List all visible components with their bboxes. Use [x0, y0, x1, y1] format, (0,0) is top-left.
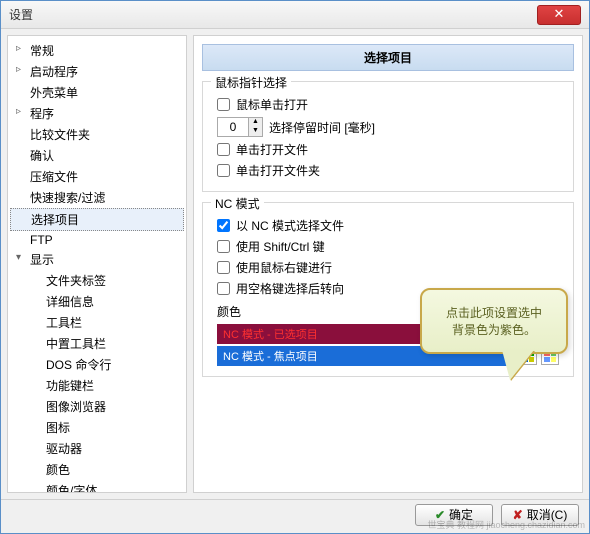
- group-title: 鼠标指针选择: [211, 74, 291, 91]
- main-panel: 选择项目 鼠标指针选择 鼠标单击打开 ▲▼ 选择停留时间 [毫秒] 单击打开文件: [193, 35, 583, 493]
- tree-label: 图像浏览器: [46, 400, 106, 414]
- window-title: 设置: [9, 6, 537, 23]
- callout-text: 点击此项设置选中: [432, 304, 556, 321]
- tree-item[interactable]: ▹ 程序: [10, 103, 184, 124]
- tree-item[interactable]: 图像浏览器: [10, 396, 184, 417]
- tree-label: 选择项目: [31, 213, 79, 227]
- tree-item[interactable]: 快速搜索/过滤: [10, 187, 184, 208]
- close-button[interactable]: ✕: [537, 5, 581, 25]
- tree-label: 确认: [30, 149, 54, 163]
- tree-label: 颜色/字体: [46, 484, 97, 493]
- tree-label: 详细信息: [46, 295, 94, 309]
- label: 用空格键选择后转向: [236, 280, 344, 297]
- chk-click-open-folder[interactable]: [217, 164, 230, 177]
- tree-item[interactable]: ▾ 显示: [10, 249, 184, 270]
- tree-label: 显示: [30, 253, 54, 267]
- tree-label: 文件夹标签: [46, 274, 106, 288]
- tree-item[interactable]: DOS 命令行: [10, 354, 184, 375]
- tree-label: 压缩文件: [30, 170, 78, 184]
- tree-item[interactable]: 比较文件夹: [10, 124, 184, 145]
- dwell-input[interactable]: [218, 118, 248, 136]
- watermark: 世宝典 教程网 jiaocheng.chazidian.com: [427, 518, 585, 531]
- callout-text: 背景色为紫色。: [432, 321, 556, 338]
- chk-click-open-file[interactable]: [217, 143, 230, 156]
- help-callout: 点击此项设置选中 背景色为紫色。: [420, 288, 568, 354]
- tree-item[interactable]: 图标: [10, 417, 184, 438]
- nav-tree[interactable]: ▹ 常规 ▹ 启动程序外壳菜单 ▹ 程序比较文件夹确认压缩文件快速搜索/过滤选择项目 FTP…: [7, 35, 187, 493]
- tree-item[interactable]: FTP: [10, 231, 184, 249]
- tree-label: DOS 命令行: [46, 358, 111, 372]
- chk-right-click[interactable]: [217, 261, 230, 274]
- chk-single-click-open[interactable]: [217, 98, 230, 111]
- label: 以 NC 模式选择文件: [236, 217, 344, 234]
- label: 单击打开文件: [236, 141, 308, 158]
- chk-space-select[interactable]: [217, 282, 230, 295]
- label: 选择停留时间 [毫秒]: [269, 119, 375, 136]
- tree-item[interactable]: ▹ 启动程序: [10, 61, 184, 82]
- tree-item[interactable]: 确认: [10, 145, 184, 166]
- tree-label: 图标: [46, 421, 70, 435]
- settings-window: 设置 ✕ ▹常规▹启动程序外壳菜单▹程序比较文件夹确认压缩文件快速搜索/过滤选择…: [0, 0, 590, 534]
- spin-up-icon[interactable]: ▲: [248, 118, 262, 127]
- tree-label: 工具栏: [46, 316, 82, 330]
- tree-label: 驱动器: [46, 442, 82, 456]
- tree-label: 颜色: [46, 463, 70, 477]
- spin-down-icon[interactable]: ▼: [248, 127, 262, 136]
- tree-item[interactable]: 功能键栏: [10, 375, 184, 396]
- tree-item[interactable]: 工具栏: [10, 312, 184, 333]
- tree-label: 启动程序: [30, 65, 78, 79]
- titlebar[interactable]: 设置 ✕: [1, 1, 589, 29]
- tree-label: 中置工具栏: [46, 337, 106, 351]
- tree-label: FTP: [30, 233, 53, 247]
- expand-icon[interactable]: ▾: [16, 252, 21, 263]
- expand-icon[interactable]: ▹: [16, 43, 21, 54]
- tree-label: 比较文件夹: [30, 128, 90, 142]
- tree-item[interactable]: 压缩文件: [10, 166, 184, 187]
- tree-item[interactable]: 驱动器: [10, 438, 184, 459]
- tree-item[interactable]: 颜色/字体: [10, 480, 184, 493]
- dwell-spinner[interactable]: ▲▼: [217, 117, 263, 137]
- group-mouse-select: 鼠标指针选择 鼠标单击打开 ▲▼ 选择停留时间 [毫秒] 单击打开文件: [202, 81, 574, 192]
- chk-nc-mode-select[interactable]: [217, 219, 230, 232]
- tree-label: 功能键栏: [46, 379, 94, 393]
- label: 使用 Shift/Ctrl 键: [236, 238, 325, 255]
- tree-item[interactable]: 详细信息: [10, 291, 184, 312]
- label: 使用鼠标右键进行: [236, 259, 332, 276]
- tree-item[interactable]: 中置工具栏: [10, 333, 184, 354]
- tree-item[interactable]: 外壳菜单: [10, 82, 184, 103]
- tree-item[interactable]: ▹ 常规: [10, 40, 184, 61]
- label: 鼠标单击打开: [236, 96, 308, 113]
- callout-tail-icon: [502, 350, 534, 380]
- expand-icon[interactable]: ▹: [16, 106, 21, 117]
- label: 单击打开文件夹: [236, 162, 320, 179]
- tree-label: 快速搜索/过滤: [30, 191, 105, 205]
- tree-item[interactable]: 选择项目: [10, 208, 184, 231]
- tree-label: 程序: [30, 107, 54, 121]
- group-title: NC 模式: [211, 195, 264, 212]
- chk-shift-ctrl[interactable]: [217, 240, 230, 253]
- tree-label: 外壳菜单: [30, 86, 78, 100]
- expand-icon[interactable]: ▹: [16, 64, 21, 75]
- tree-item[interactable]: 文件夹标签: [10, 270, 184, 291]
- tree-item[interactable]: 颜色: [10, 459, 184, 480]
- section-title: 选择项目: [202, 44, 574, 71]
- tree-label: 常规: [30, 44, 54, 58]
